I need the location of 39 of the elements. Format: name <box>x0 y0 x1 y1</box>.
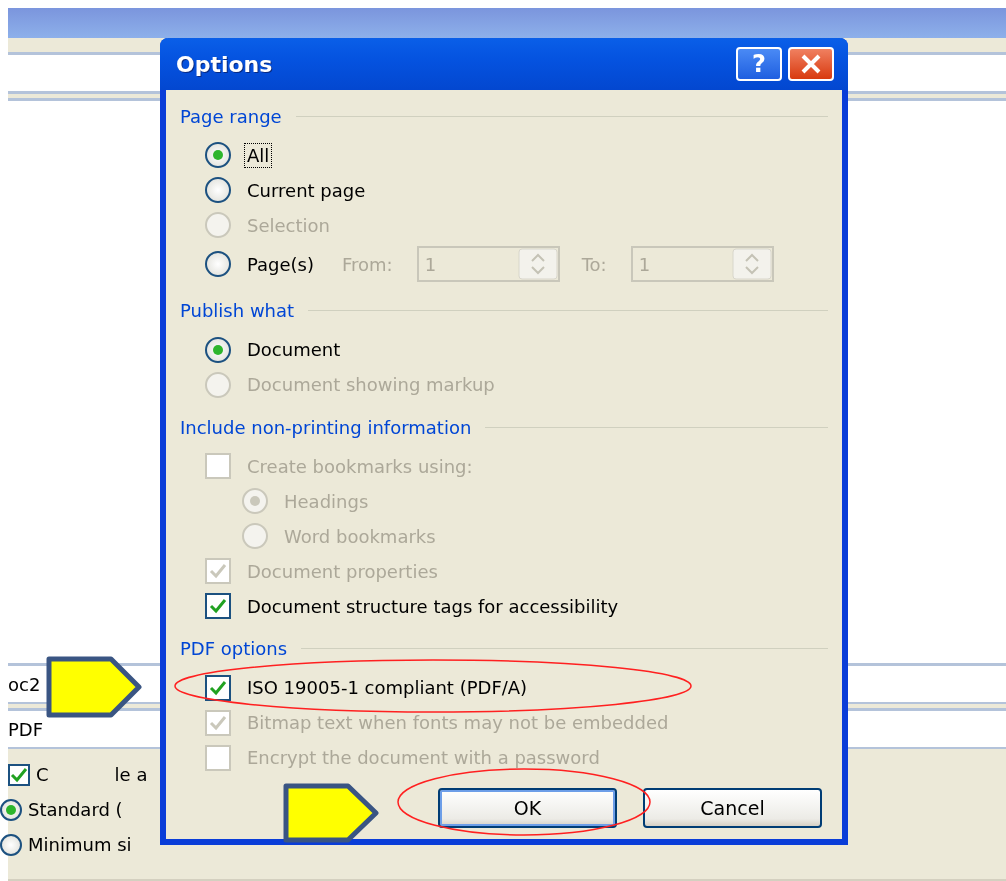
option-label: Minimum si <box>28 834 132 855</box>
check-icon <box>10 766 28 783</box>
spinner-arrows-icon <box>731 248 772 280</box>
radio-button[interactable] <box>205 142 231 168</box>
close-button[interactable] <box>788 47 834 81</box>
check-icon <box>209 563 227 579</box>
dialog-title: Options <box>176 51 274 77</box>
radio-button[interactable] <box>205 251 231 277</box>
close-icon <box>800 53 822 75</box>
dialog-button[interactable]: Cancel <box>643 788 822 828</box>
radio-button[interactable] <box>0 833 22 856</box>
spinner-arrows-icon <box>517 248 558 280</box>
dialog-button[interactable]: OK <box>438 788 617 828</box>
group-heading: Publish what <box>180 300 295 321</box>
check-icon <box>209 679 227 696</box>
option-label[interactable]: Document <box>245 338 343 361</box>
radio-button[interactable] <box>205 336 231 363</box>
group-heading: PDF options <box>180 638 288 659</box>
checkbox[interactable] <box>205 674 231 701</box>
option-label[interactable]: Document structure tags for accessibility <box>245 594 621 618</box>
group-heading: Page range <box>180 105 282 127</box>
radio-button[interactable] <box>205 177 231 203</box>
from-label: From: <box>342 253 393 275</box>
to-label: To: <box>581 253 607 275</box>
option-label-fragment: le a <box>114 764 148 785</box>
option-label: Standard ( <box>28 799 123 820</box>
checkbox[interactable] <box>205 593 231 619</box>
group-heading: Include non-printing information <box>180 416 472 438</box>
option-label[interactable]: All <box>245 143 272 167</box>
option-label[interactable]: Current page <box>245 178 368 202</box>
radio-button[interactable] <box>0 798 22 821</box>
from-spinner[interactable]: 1 <box>416 246 560 282</box>
check-icon <box>209 598 227 614</box>
check-icon <box>209 714 227 731</box>
option-label[interactable]: Page(s) <box>245 252 316 276</box>
to-spinner[interactable]: 1 <box>630 246 774 282</box>
help-button[interactable]: ? <box>736 47 782 81</box>
checkbox[interactable] <box>8 763 30 786</box>
option-label: C <box>36 764 49 785</box>
